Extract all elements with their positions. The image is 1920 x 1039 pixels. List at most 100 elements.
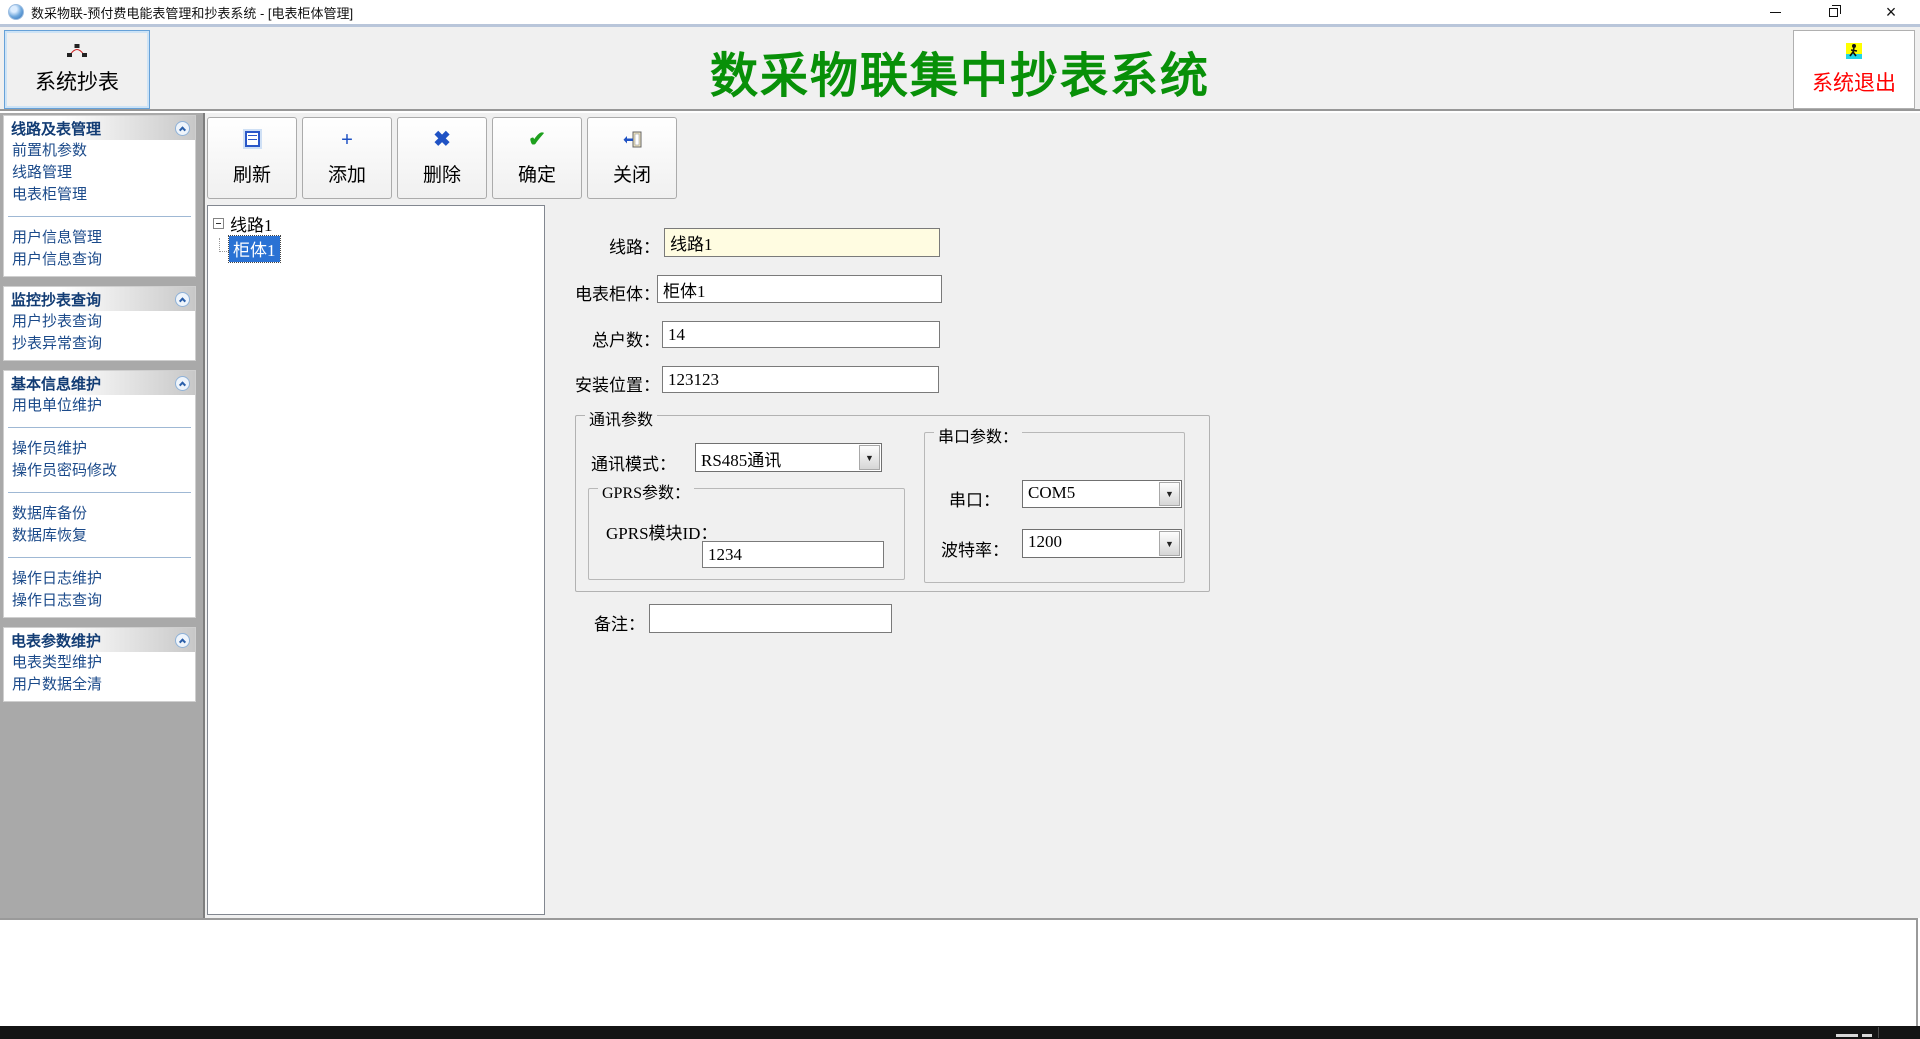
- line-label: 线路：: [609, 238, 660, 257]
- titlebar: 数采物联-预付费电能表管理和抄表系统 - [电表柜体管理] ×: [0, 0, 1920, 24]
- baud-rate-value: 1200: [1028, 532, 1062, 551]
- confirm-button[interactable]: ✔ 确定: [492, 117, 582, 199]
- tree-row: 线路1: [213, 211, 544, 236]
- chevron-up-icon: [175, 291, 190, 307]
- sidebar-section-monitor-query: 监控抄表查询 用户抄表查询 抄表异常查询: [3, 286, 196, 361]
- gprs-params-group: GPRS参数： GPRS模块ID：: [588, 479, 905, 580]
- refresh-button[interactable]: 刷新: [207, 117, 297, 199]
- comm-mode-value: RS485通讯: [701, 451, 782, 470]
- taskbar-edge: [0, 1026, 1920, 1039]
- content-area: 刷新 + 添加 ✖ 删除 ✔ 确定 关闭 线路1 柜体1 线路： 线路1 电表柜…: [207, 113, 1920, 918]
- sidebar-divider: [8, 427, 191, 428]
- screen: 数采物联-预付费电能表管理和抄表系统 - [电表柜体管理] × 系统抄表 数采物…: [0, 0, 1920, 1039]
- sidebar-header-label: 监控抄表查询: [11, 292, 102, 309]
- sidebar-item-user-info-management[interactable]: 用户信息管理: [4, 227, 195, 249]
- window-controls: ×: [1746, 0, 1920, 24]
- sidebar-item-operator-password-change[interactable]: 操作员密码修改: [4, 460, 195, 482]
- tree-row: 柜体1: [219, 235, 544, 263]
- sidebar-item-front-end-params[interactable]: 前置机参数: [4, 140, 195, 162]
- chevron-up-icon: [175, 375, 190, 391]
- sidebar-item-meter-type-maintenance[interactable]: 电表类型维护: [4, 652, 195, 674]
- location-label: 安装位置：: [575, 376, 660, 395]
- cabinet-form: 线路： 电表柜体： 总户数： 安装位置： 通讯参数 通讯模式： RS485通讯: [547, 205, 1920, 918]
- close-icon: ×: [1885, 2, 1897, 22]
- location-field[interactable]: [662, 366, 939, 393]
- sidebar-item-meter-cabinet-management[interactable]: 电表柜管理: [4, 184, 195, 206]
- taskbar-clock-fragment: [1862, 1034, 1872, 1037]
- app-icon: [8, 4, 24, 20]
- dropdown-arrow-icon[interactable]: ▼: [859, 445, 880, 470]
- toolbar: 刷新 + 添加 ✖ 删除 ✔ 确定 关闭: [207, 117, 677, 199]
- chevron-up-icon: [175, 632, 190, 648]
- sidebar-divider: [8, 557, 191, 558]
- minimize-icon: [1769, 11, 1781, 13]
- tree-node-cabinet1-selected[interactable]: 柜体1: [228, 235, 281, 263]
- refresh-icon: [244, 131, 260, 147]
- gprs-module-id-label: GPRS模块ID：: [606, 524, 718, 543]
- sidebar-item-reading-exception-query[interactable]: 抄表异常查询: [4, 333, 195, 355]
- gprs-params-group-title: GPRS参数：: [598, 479, 695, 503]
- line-field[interactable]: [664, 228, 940, 257]
- sidebar-item-database-backup[interactable]: 数据库备份: [4, 503, 195, 525]
- delete-button[interactable]: ✖ 删除: [397, 117, 487, 199]
- sidebar-menu: 线路及表管理 前置机参数 线路管理 电表柜管理 用户信息管理 用户信息查询 监控…: [3, 115, 196, 711]
- serial-params-group: 串口参数： 串口： COM5 ▼ 波特率： 1200 ▼: [924, 423, 1185, 583]
- minimize-button[interactable]: [1746, 0, 1804, 24]
- collapse-icon[interactable]: [213, 218, 224, 229]
- sidebar-item-operation-log-maintenance[interactable]: 操作日志维护: [4, 568, 195, 590]
- comm-mode-dropdown[interactable]: RS485通讯 ▼: [695, 443, 882, 472]
- sidebar-header-line-and-meter-management[interactable]: 线路及表管理: [4, 116, 195, 140]
- baud-rate-dropdown[interactable]: 1200 ▼: [1022, 529, 1182, 558]
- exit-door-icon: [623, 129, 642, 149]
- close-button[interactable]: ×: [1862, 0, 1920, 24]
- serial-port-value: COM5: [1028, 483, 1076, 502]
- sidebar-item-operator-maintenance[interactable]: 操作员维护: [4, 438, 195, 460]
- cabinet-field[interactable]: [657, 275, 942, 303]
- sidebar-header-meter-params-maintenance[interactable]: 电表参数维护: [4, 628, 195, 652]
- comm-params-group: 通讯参数 通讯模式： RS485通讯 ▼ GPRS参数： GPRS模块ID： 1…: [575, 406, 1210, 592]
- tree-node-line1[interactable]: 线路1: [228, 211, 275, 236]
- sidebar-header-monitor-reading-query[interactable]: 监控抄表查询: [4, 287, 195, 311]
- restore-button[interactable]: [1804, 0, 1862, 24]
- sidebar-header-basic-info-maintenance[interactable]: 基本信息维护: [4, 371, 195, 395]
- sidebar-item-power-unit-maintenance[interactable]: 用电单位维护: [4, 395, 195, 417]
- sidebar-header-label: 基本信息维护: [11, 376, 102, 393]
- sidebar-divider: [8, 492, 191, 493]
- sidebar-section-basic-info: 基本信息维护 用电单位维护 操作员维护 操作员密码修改 数据库备份 数据库恢复 …: [3, 370, 196, 618]
- sidebar-item-database-restore[interactable]: 数据库恢复: [4, 525, 195, 547]
- taskbar-clock-fragment: [1836, 1034, 1858, 1037]
- gprs-module-id-field[interactable]: [702, 541, 884, 568]
- sidebar-divider: [8, 216, 191, 217]
- households-field[interactable]: [662, 321, 940, 348]
- close-page-button[interactable]: 关闭: [587, 117, 677, 199]
- comm-params-group-title: 通讯参数: [585, 406, 658, 430]
- main-area: 线路及表管理 前置机参数 线路管理 电表柜管理 用户信息管理 用户信息查询 监控…: [0, 113, 1920, 918]
- sidebar-item-line-management[interactable]: 线路管理: [4, 162, 195, 184]
- system-exit-button[interactable]: 系统退出: [1793, 30, 1915, 109]
- banner-title: 数采物联集中抄表系统: [709, 50, 1210, 103]
- sidebar-item-user-reading-query[interactable]: 用户抄表查询: [4, 311, 195, 333]
- households-label: 总户数：: [592, 331, 660, 350]
- add-button[interactable]: + 添加: [302, 117, 392, 199]
- sidebar-item-user-info-query[interactable]: 用户信息查询: [4, 249, 195, 271]
- add-icon: +: [341, 126, 353, 151]
- serial-port-label: 串口：: [949, 491, 1000, 510]
- dropdown-arrow-icon[interactable]: ▼: [1159, 531, 1180, 556]
- bottom-empty-area: [0, 918, 1918, 1026]
- refresh-button-label: 刷新: [232, 165, 271, 186]
- sidebar-item-operation-log-query[interactable]: 操作日志查询: [4, 590, 195, 612]
- tree-panel: 线路1 柜体1: [207, 205, 545, 915]
- sidebar: 线路及表管理 前置机参数 线路管理 电表柜管理 用户信息管理 用户信息查询 监控…: [0, 113, 205, 918]
- banner: 系统抄表 数采物联集中抄表系统 系统退出: [0, 27, 1920, 111]
- sidebar-item-user-data-clear[interactable]: 用户数据全清: [4, 674, 195, 696]
- remark-field[interactable]: [649, 604, 892, 633]
- serial-port-dropdown[interactable]: COM5 ▼: [1022, 480, 1182, 508]
- sidebar-header-label: 电表参数维护: [11, 633, 102, 650]
- confirm-check-icon: ✔: [528, 126, 546, 151]
- comm-mode-label: 通讯模式：: [591, 455, 676, 474]
- baud-rate-label: 波特率：: [941, 541, 1009, 560]
- add-button-label: 添加: [327, 165, 366, 186]
- sidebar-section-line-management: 线路及表管理 前置机参数 线路管理 电表柜管理 用户信息管理 用户信息查询: [3, 115, 196, 277]
- dropdown-arrow-icon[interactable]: ▼: [1159, 482, 1180, 506]
- close-page-button-label: 关闭: [612, 165, 651, 186]
